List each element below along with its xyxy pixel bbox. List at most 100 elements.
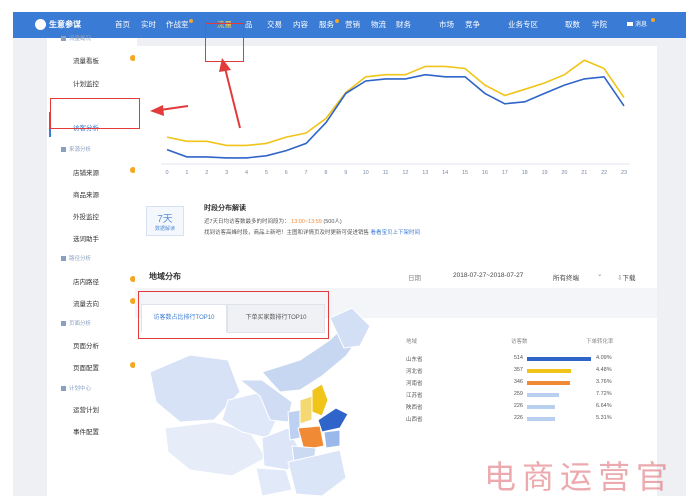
region-visitor-count: 259 bbox=[513, 391, 523, 397]
nav-home[interactable]: 首页 bbox=[115, 12, 130, 38]
sidebar-item-page-config[interactable]: 页面配置 bbox=[73, 362, 99, 372]
sidebar-item-keyword-helper[interactable]: 选词助手 bbox=[73, 233, 99, 243]
region-conversion-rate: 6.64% bbox=[596, 403, 612, 409]
nav-trade[interactable]: 交易 bbox=[267, 12, 282, 38]
nav-data-fetch[interactable]: 取数 bbox=[565, 12, 580, 38]
sidebar-group: 来源分析 bbox=[61, 145, 91, 153]
nav-competition[interactable]: 竞争 bbox=[465, 12, 480, 38]
region-conversion-rate: 4.48% bbox=[596, 367, 612, 373]
sidebar-group-label: 计划中心 bbox=[69, 386, 92, 392]
region-visitor-bar bbox=[527, 381, 571, 385]
region-visitor-bar bbox=[527, 357, 591, 361]
brand-logo-icon bbox=[35, 19, 46, 30]
sidebar-group: 计划中心 bbox=[61, 384, 91, 392]
nav-content[interactable]: 内容 bbox=[293, 12, 308, 38]
insight-line2-text: 找到访客高峰时段，商品上新吧！主图和详情页及时更新可促进销售 bbox=[204, 230, 370, 236]
sidebar-group: 路径分析 bbox=[61, 254, 91, 262]
message-icon bbox=[627, 22, 633, 27]
region-conversion-rate: 4.09% bbox=[596, 355, 612, 361]
sidebar-group: 页面分析 bbox=[61, 319, 91, 327]
insight-title: 时段分布解读 bbox=[204, 205, 246, 212]
region-conversion-rate: 5.31% bbox=[596, 415, 612, 421]
region-conversion-rate: 7.72% bbox=[596, 391, 612, 397]
sidebar-item-external-monitor[interactable]: 外投监控 bbox=[73, 211, 99, 221]
region-conversion-rate: 3.76% bbox=[596, 379, 612, 385]
region-visitor-bar bbox=[527, 369, 572, 373]
nav-logistics[interactable]: 物流 bbox=[371, 12, 386, 38]
insight-peak-count: (500人) bbox=[323, 219, 342, 225]
sidebar-group-label: 页面分析 bbox=[69, 321, 92, 327]
region-visitor-count: 357 bbox=[513, 367, 523, 373]
sidebar-item-shop-path[interactable]: 店内路径 bbox=[73, 276, 99, 286]
brand-name: 生意参谋 bbox=[49, 20, 81, 29]
sidebar-group-label: 路径分析 bbox=[69, 256, 92, 262]
insight-badge: 7天 数据解读 bbox=[146, 206, 184, 236]
region-visitor-bar bbox=[527, 405, 556, 409]
insight-line1-text: 近7天日均访客数最多的时间段为： bbox=[204, 219, 290, 225]
col-region: 地域 bbox=[406, 339, 418, 345]
watermark: 电商运营官 bbox=[483, 458, 674, 496]
sidebar-item-page-analysis[interactable]: 页面分析 bbox=[73, 340, 99, 350]
nav-business-zone[interactable]: 业务专区 bbox=[508, 12, 538, 38]
nav-goods[interactable]: 品 bbox=[245, 12, 253, 38]
nav-messages[interactable]: 消息 bbox=[627, 12, 647, 38]
nav-market[interactable]: 市场 bbox=[439, 12, 454, 38]
region-province: 江苏省 bbox=[406, 393, 423, 399]
annotation-box-tabs bbox=[138, 291, 329, 339]
sidebar-item-event-config[interactable]: 事件配置 bbox=[73, 426, 99, 436]
sidebar-item-traffic-board[interactable]: 流量看板 bbox=[73, 55, 99, 65]
sidebar-group-label: 来源分析 bbox=[69, 147, 92, 153]
group-icon bbox=[61, 321, 66, 327]
region-visitor-bar bbox=[527, 417, 556, 421]
insight-peak-time: 13:00~13:59 bbox=[291, 219, 322, 225]
download-label: 下载 bbox=[622, 275, 636, 282]
insight-day-caption: 数据解读 bbox=[154, 226, 175, 232]
col-conversion: 下单转化率 bbox=[586, 339, 614, 345]
region-province: 山东省 bbox=[406, 357, 423, 363]
app-frame: 生意参谋 首页 实时 作战室 流量 品 交易 内容 服务 营销 物流 财务 市场… bbox=[13, 12, 686, 496]
device-select[interactable]: 所有终端 bbox=[553, 272, 579, 282]
group-icon bbox=[61, 256, 66, 262]
date-range-picker[interactable]: 2018-07-27~2018-07-27 bbox=[453, 272, 523, 279]
nav-war-room[interactable]: 作战室 bbox=[166, 12, 189, 38]
sidebar-item-traffic-destination[interactable]: 流量去向 bbox=[73, 298, 99, 308]
sidebar-item-shop-source[interactable]: 店铺来源 bbox=[73, 167, 99, 177]
nav-new-dot bbox=[189, 19, 193, 23]
chevron-down-icon[interactable]: ⌄ bbox=[597, 270, 602, 278]
group-icon bbox=[61, 386, 66, 392]
sidebar-item-plan-monitor[interactable]: 计划监控 bbox=[73, 78, 99, 88]
nav-academy[interactable]: 学院 bbox=[592, 12, 607, 38]
insight-link[interactable]: 看看宝贝上下架时间 bbox=[371, 230, 421, 236]
nav-realtime[interactable]: 实时 bbox=[141, 12, 156, 38]
group-icon bbox=[61, 36, 66, 42]
sidebar-item-goods-source[interactable]: 商品来源 bbox=[73, 189, 99, 199]
col-visitors: 访客数 bbox=[511, 339, 528, 345]
sidebar-group: 流量概况 bbox=[61, 34, 91, 42]
region-province: 河南省 bbox=[406, 381, 423, 387]
nav-messages-label: 消息 bbox=[635, 22, 648, 28]
region-visitor-count: 514 bbox=[513, 355, 523, 361]
annotation-box-traffic-tab bbox=[205, 23, 244, 62]
region-province: 陕西省 bbox=[406, 405, 423, 411]
region-province: 河北省 bbox=[406, 369, 423, 375]
insight-line2: 找到访客高峰时段，商品上新吧！主图和详情页及时更新可促进销售 看看宝贝上下架时间 bbox=[204, 228, 420, 236]
nav-finance[interactable]: 财务 bbox=[396, 12, 411, 38]
region-visitor-bar bbox=[527, 393, 560, 397]
sidebar-group-label: 流量概况 bbox=[69, 36, 92, 42]
region-province: 山西省 bbox=[406, 417, 423, 423]
region-title: 地域分布 bbox=[149, 272, 181, 281]
sidebar-item-ops-plan[interactable]: 运营计划 bbox=[73, 404, 99, 414]
date-label: 日期 bbox=[408, 275, 421, 282]
group-icon bbox=[61, 147, 66, 153]
region-visitor-count: 346 bbox=[513, 379, 523, 385]
insight-line1: 近7天日均访客数最多的时间段为： 13:00~13:59 (500人) bbox=[204, 217, 342, 225]
nav-marketing[interactable]: 营销 bbox=[345, 12, 360, 38]
nav-new-dot bbox=[335, 19, 339, 23]
region-visitor-count: 226 bbox=[513, 415, 523, 421]
top-navbar: 生意参谋 首页 实时 作战室 流量 品 交易 内容 服务 营销 物流 财务 市场… bbox=[13, 12, 686, 38]
insight-day-number: 7天 bbox=[157, 214, 173, 225]
download-button[interactable]: ⇩下载 bbox=[617, 272, 635, 282]
nav-service[interactable]: 服务 bbox=[319, 12, 334, 38]
region-visitor-count: 226 bbox=[513, 403, 523, 409]
annotation-box-visitor-analysis bbox=[50, 98, 140, 129]
